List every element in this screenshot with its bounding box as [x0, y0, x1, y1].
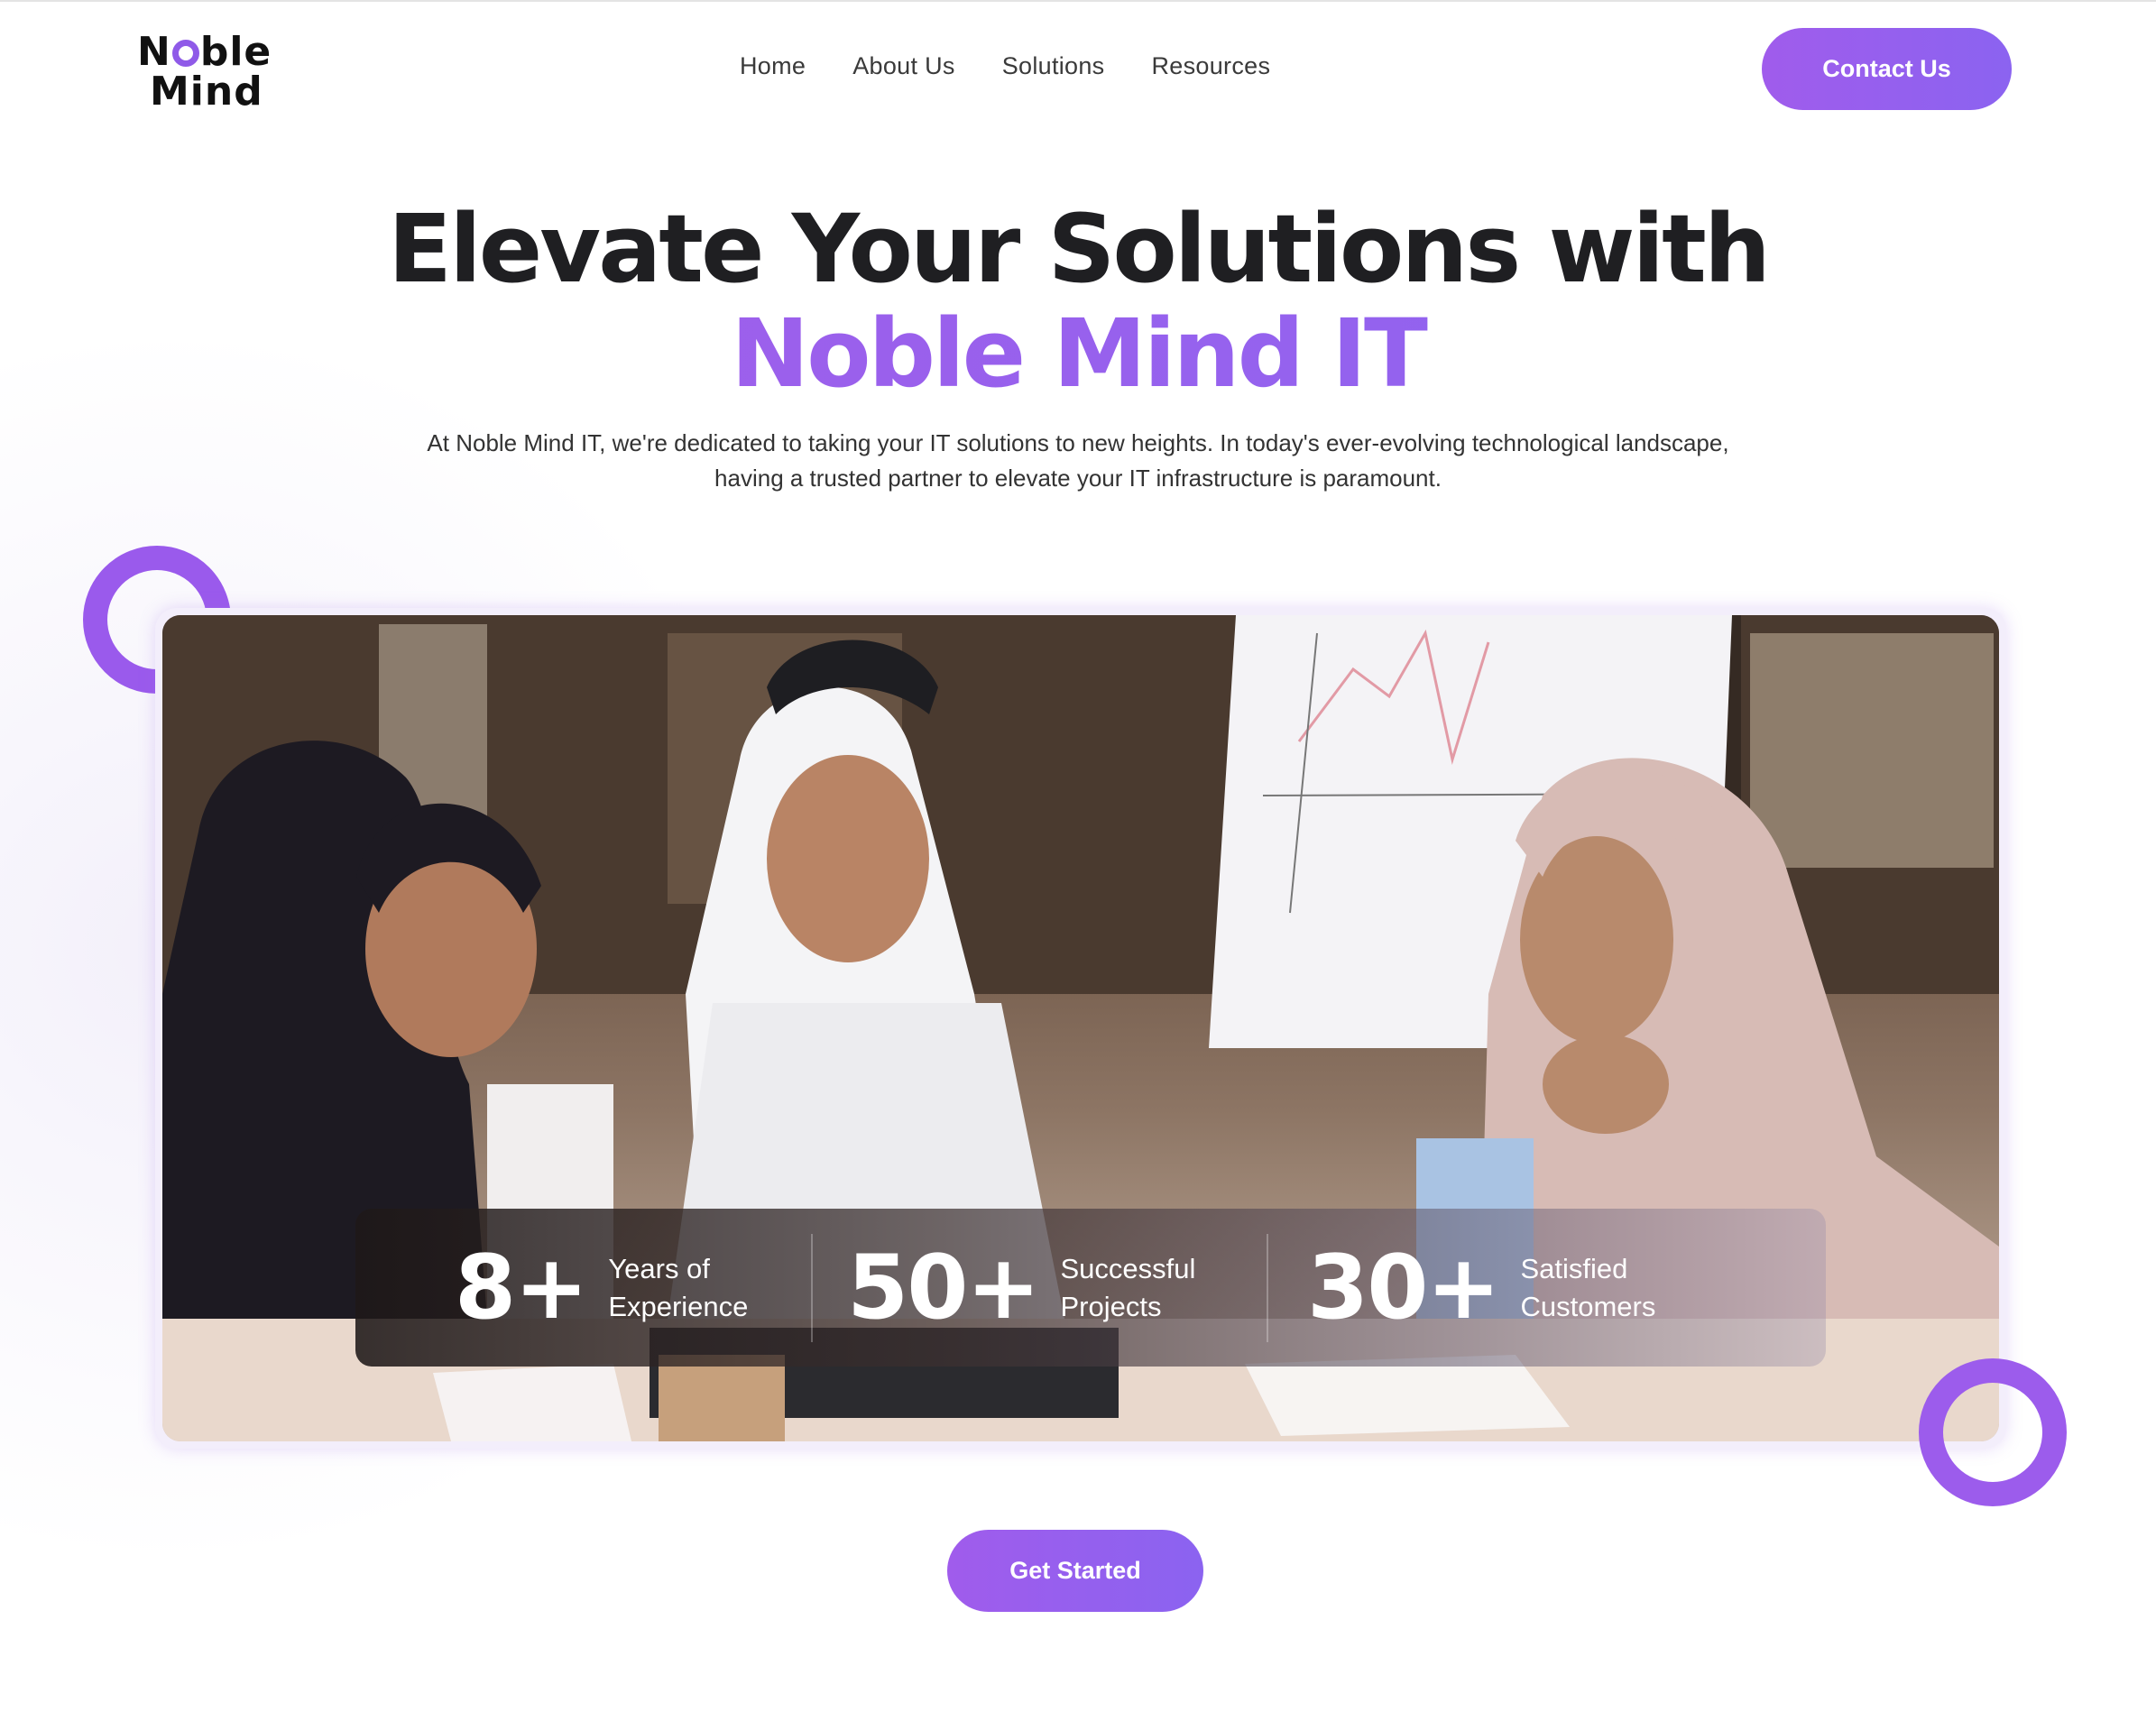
nav-solutions[interactable]: Solutions	[1002, 52, 1105, 80]
hero-subtitle-line-1: At Noble Mind IT, we're dedicated to tak…	[427, 429, 1729, 456]
stat-label: Successful Projects	[1061, 1250, 1250, 1326]
stat-experience: 8+ Years of Experience	[355, 1209, 811, 1367]
stat-projects: 50+ Successful Projects	[811, 1209, 1267, 1367]
decorative-ring-bottom-right	[1919, 1358, 2067, 1506]
nav-resources[interactable]: Resources	[1151, 52, 1270, 80]
hero-subtitle-line-2: having a trusted partner to elevate your…	[714, 465, 1442, 492]
nav-about-us[interactable]: About Us	[852, 52, 954, 80]
stat-label-line-2: Experience	[608, 1290, 749, 1322]
hero-title-line-1: Elevate Your Solutions with	[388, 194, 1771, 304]
stat-label: Years of Experience	[608, 1250, 797, 1326]
get-started-button[interactable]: Get Started	[947, 1530, 1203, 1612]
top-border	[0, 0, 2156, 2]
contact-us-button[interactable]: Contact Us	[1762, 28, 2012, 110]
nav-home[interactable]: Home	[740, 52, 806, 80]
stat-label-line-2: Projects	[1060, 1290, 1162, 1322]
stat-value: 30+	[1307, 1236, 1500, 1339]
stat-value: 50+	[847, 1236, 1040, 1339]
stat-customers: 30+ Satisfied Customers	[1267, 1209, 1722, 1367]
hero-title-highlight: Noble Mind IT	[0, 301, 2156, 406]
logo[interactable]: Nble Mind	[137, 32, 281, 114]
stat-value: 8+	[455, 1236, 588, 1339]
hero-title: Elevate Your Solutions with Noble Mind I…	[0, 197, 2156, 406]
stat-label-line-2: Customers	[1520, 1290, 1656, 1322]
hero-subtitle: At Noble Mind IT, we're dedicated to tak…	[361, 426, 1795, 496]
stats-bar: 8+ Years of Experience 50+ Successful Pr…	[355, 1209, 1826, 1367]
logo-line-2: Mind	[150, 69, 263, 115]
stat-label-line-1: Successful	[1060, 1252, 1196, 1284]
main-nav: Home About Us Solutions Resources	[740, 43, 1270, 88]
stat-label-line-1: Satisfied	[1520, 1252, 1628, 1284]
stat-label: Satisfied Customers	[1521, 1250, 1710, 1326]
stat-label-line-1: Years of	[608, 1252, 710, 1284]
landing-page: Nble Mind Home About Us Solutions Resour…	[0, 0, 2156, 1721]
logo-line-1: Nble	[137, 29, 272, 75]
